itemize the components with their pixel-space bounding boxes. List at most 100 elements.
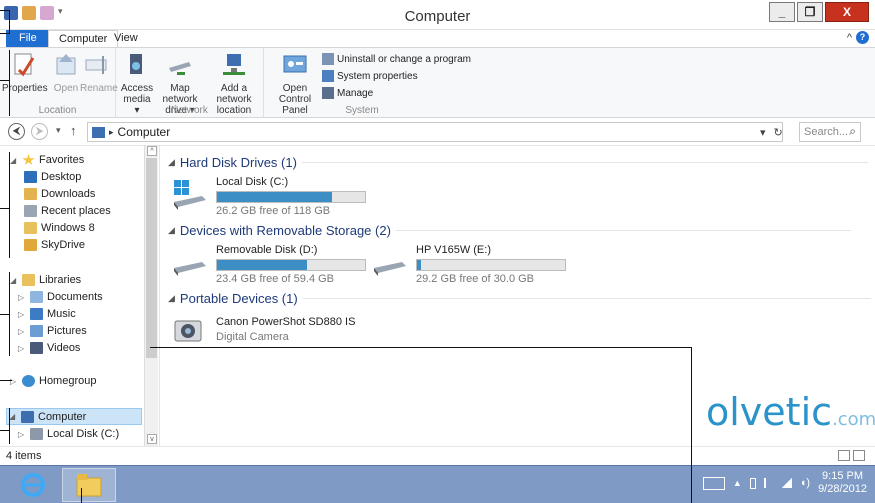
internet-explorer-icon bbox=[21, 473, 45, 497]
nav-libraries[interactable]: ◢ Libraries bbox=[10, 274, 81, 286]
volume-icon[interactable]: ◖) bbox=[800, 477, 810, 489]
address-path[interactable]: ▸ Computer bbox=[87, 122, 783, 142]
manage-button[interactable]: Manage bbox=[322, 87, 373, 99]
collapse-icon[interactable]: ◢ bbox=[168, 225, 175, 236]
expand-arrow-icon[interactable]: ▷ bbox=[18, 430, 26, 439]
scroll-down-icon[interactable]: v bbox=[147, 434, 157, 444]
videos-icon bbox=[30, 342, 43, 354]
drive-usage-fill bbox=[217, 192, 333, 202]
nav-scrollbar[interactable]: ^ v bbox=[144, 146, 158, 446]
nav-music[interactable]: ▷ Music bbox=[18, 308, 76, 320]
up-button[interactable]: ↑ bbox=[70, 123, 77, 138]
keyboard-icon[interactable] bbox=[702, 476, 725, 490]
callout-line bbox=[9, 272, 10, 356]
group-header-portable[interactable]: ◢ Portable Devices (1) bbox=[168, 291, 871, 306]
nav-skydrive[interactable]: SkyDrive bbox=[24, 239, 85, 251]
nav-favorites[interactable]: ◢ Favorites bbox=[10, 154, 84, 166]
nav-videos[interactable]: ▷ Videos bbox=[18, 342, 80, 354]
drive-local-c[interactable]: Local Disk (C:) 26.2 GB free of 118 GB bbox=[172, 176, 372, 218]
device-camera[interactable]: Canon PowerShot SD880 IS Digital Camera bbox=[172, 316, 412, 348]
close-button[interactable]: X bbox=[825, 2, 869, 22]
ribbon-group-label: Network bbox=[171, 105, 208, 116]
homegroup-icon bbox=[22, 375, 35, 387]
nav-computer[interactable]: ◢ Computer bbox=[6, 408, 142, 425]
divider bbox=[301, 162, 868, 163]
group-header-hdd[interactable]: ◢ Hard Disk Drives (1) bbox=[168, 155, 868, 170]
drive-name: Removable Disk (D:) bbox=[216, 244, 318, 256]
rename-icon bbox=[85, 56, 107, 74]
drive-name: Local Disk (C:) bbox=[216, 176, 289, 188]
recent-locations-icon[interactable]: ▾ bbox=[56, 125, 61, 136]
nav-downloads[interactable]: Downloads bbox=[24, 188, 95, 200]
windows-drive-icon bbox=[174, 180, 206, 210]
show-hidden-icons[interactable]: ▲ bbox=[733, 478, 742, 488]
removable-drive-icon bbox=[374, 262, 406, 276]
search-input[interactable]: Search... ⌕ bbox=[799, 122, 861, 142]
expand-arrow-icon[interactable]: ▷ bbox=[18, 344, 26, 353]
tab-file[interactable]: File bbox=[6, 30, 50, 47]
nav-homegroup[interactable]: ▷ Homegroup bbox=[10, 375, 96, 387]
pictures-icon bbox=[30, 325, 43, 337]
properties-icon bbox=[14, 53, 35, 77]
flag-icon[interactable] bbox=[763, 478, 774, 488]
nav-documents[interactable]: ▷ Documents bbox=[18, 291, 103, 303]
control-panel-icon bbox=[283, 55, 307, 73]
ribbon-group-network: Access media ▾ Map network drive ▾ Add a… bbox=[116, 48, 264, 118]
divider bbox=[302, 298, 871, 299]
folder-icon bbox=[24, 222, 37, 234]
nav-local-disk[interactable]: ▷ Local Disk (C:) bbox=[18, 428, 119, 440]
nav-recent-places[interactable]: Recent places bbox=[24, 205, 111, 217]
collapse-icon[interactable]: ◢ bbox=[168, 293, 175, 304]
drive-removable-d[interactable]: Removable Disk (D:) 23.4 GB free of 59.4… bbox=[172, 244, 372, 286]
clock[interactable]: 9:15 PM 9/28/2012 bbox=[818, 470, 867, 496]
file-explorer-icon bbox=[76, 474, 102, 497]
callout-line bbox=[0, 33, 10, 34]
window-title: Computer bbox=[404, 8, 471, 25]
nav-pictures[interactable]: ▷ Pictures bbox=[18, 325, 87, 337]
expand-arrow-icon[interactable]: ▷ bbox=[18, 293, 26, 302]
history-dropdown-icon[interactable]: ▾ bbox=[760, 126, 766, 139]
drive-usage-fill bbox=[417, 260, 422, 270]
internet-explorer-button[interactable] bbox=[6, 468, 60, 502]
path-separator-icon[interactable]: ▸ bbox=[109, 127, 114, 138]
expand-arrow-icon[interactable]: ▷ bbox=[18, 310, 26, 319]
callout-line bbox=[9, 408, 10, 444]
minimize-button[interactable]: _ bbox=[769, 2, 795, 22]
computer-icon bbox=[21, 410, 34, 423]
expand-arrow-icon[interactable]: ◢ bbox=[10, 276, 18, 285]
expand-arrow-icon[interactable]: ▷ bbox=[18, 327, 26, 336]
expand-arrow-icon[interactable]: ▷ bbox=[10, 377, 18, 386]
large-icons-view-icon[interactable] bbox=[853, 450, 865, 461]
nav-desktop[interactable]: Desktop bbox=[24, 171, 81, 183]
title-bar: ▾ Computer _ ❐ X bbox=[0, 0, 875, 30]
open-button[interactable]: Open bbox=[52, 52, 80, 94]
star-icon bbox=[22, 154, 35, 165]
scroll-up-icon[interactable]: ^ bbox=[147, 146, 157, 156]
maximize-button[interactable]: ❐ bbox=[797, 2, 823, 22]
forward-button[interactable]: ⮞ bbox=[31, 123, 48, 140]
expand-arrow-icon[interactable]: ◢ bbox=[10, 156, 18, 165]
back-button[interactable]: ⮜ bbox=[8, 123, 25, 140]
media-icon bbox=[130, 54, 142, 74]
drive-removable-e[interactable]: HP V165W (E:) 29.2 GB free of 30.0 GB bbox=[372, 244, 582, 286]
scroll-thumb[interactable] bbox=[146, 158, 157, 358]
collapse-ribbon-icon[interactable]: ^ bbox=[847, 32, 852, 44]
collapse-icon[interactable]: ◢ bbox=[168, 157, 175, 168]
group-header-removable[interactable]: ◢ Devices with Removable Storage (2) bbox=[168, 223, 851, 238]
nav-windows8[interactable]: Windows 8 bbox=[24, 222, 95, 234]
path-segment[interactable]: Computer bbox=[118, 125, 171, 139]
refresh-icon[interactable]: ↻ bbox=[774, 126, 783, 139]
details-view-icon[interactable] bbox=[838, 450, 850, 461]
rename-button[interactable]: Rename bbox=[80, 52, 118, 94]
file-explorer-button[interactable] bbox=[62, 468, 116, 502]
downloads-icon bbox=[24, 188, 37, 200]
tab-view[interactable]: View bbox=[104, 30, 148, 47]
drive-free-space: 26.2 GB free of 118 GB bbox=[216, 205, 331, 217]
system-properties-button[interactable]: System properties bbox=[322, 70, 418, 82]
uninstall-program-button[interactable]: Uninstall or change a program bbox=[322, 53, 471, 65]
help-icon[interactable]: ? bbox=[856, 31, 869, 44]
network-signal-icon[interactable] bbox=[781, 478, 792, 488]
expand-arrow-icon[interactable]: ◢ bbox=[9, 412, 17, 421]
battery-icon[interactable] bbox=[749, 477, 756, 489]
status-bar: 4 items bbox=[0, 446, 875, 465]
